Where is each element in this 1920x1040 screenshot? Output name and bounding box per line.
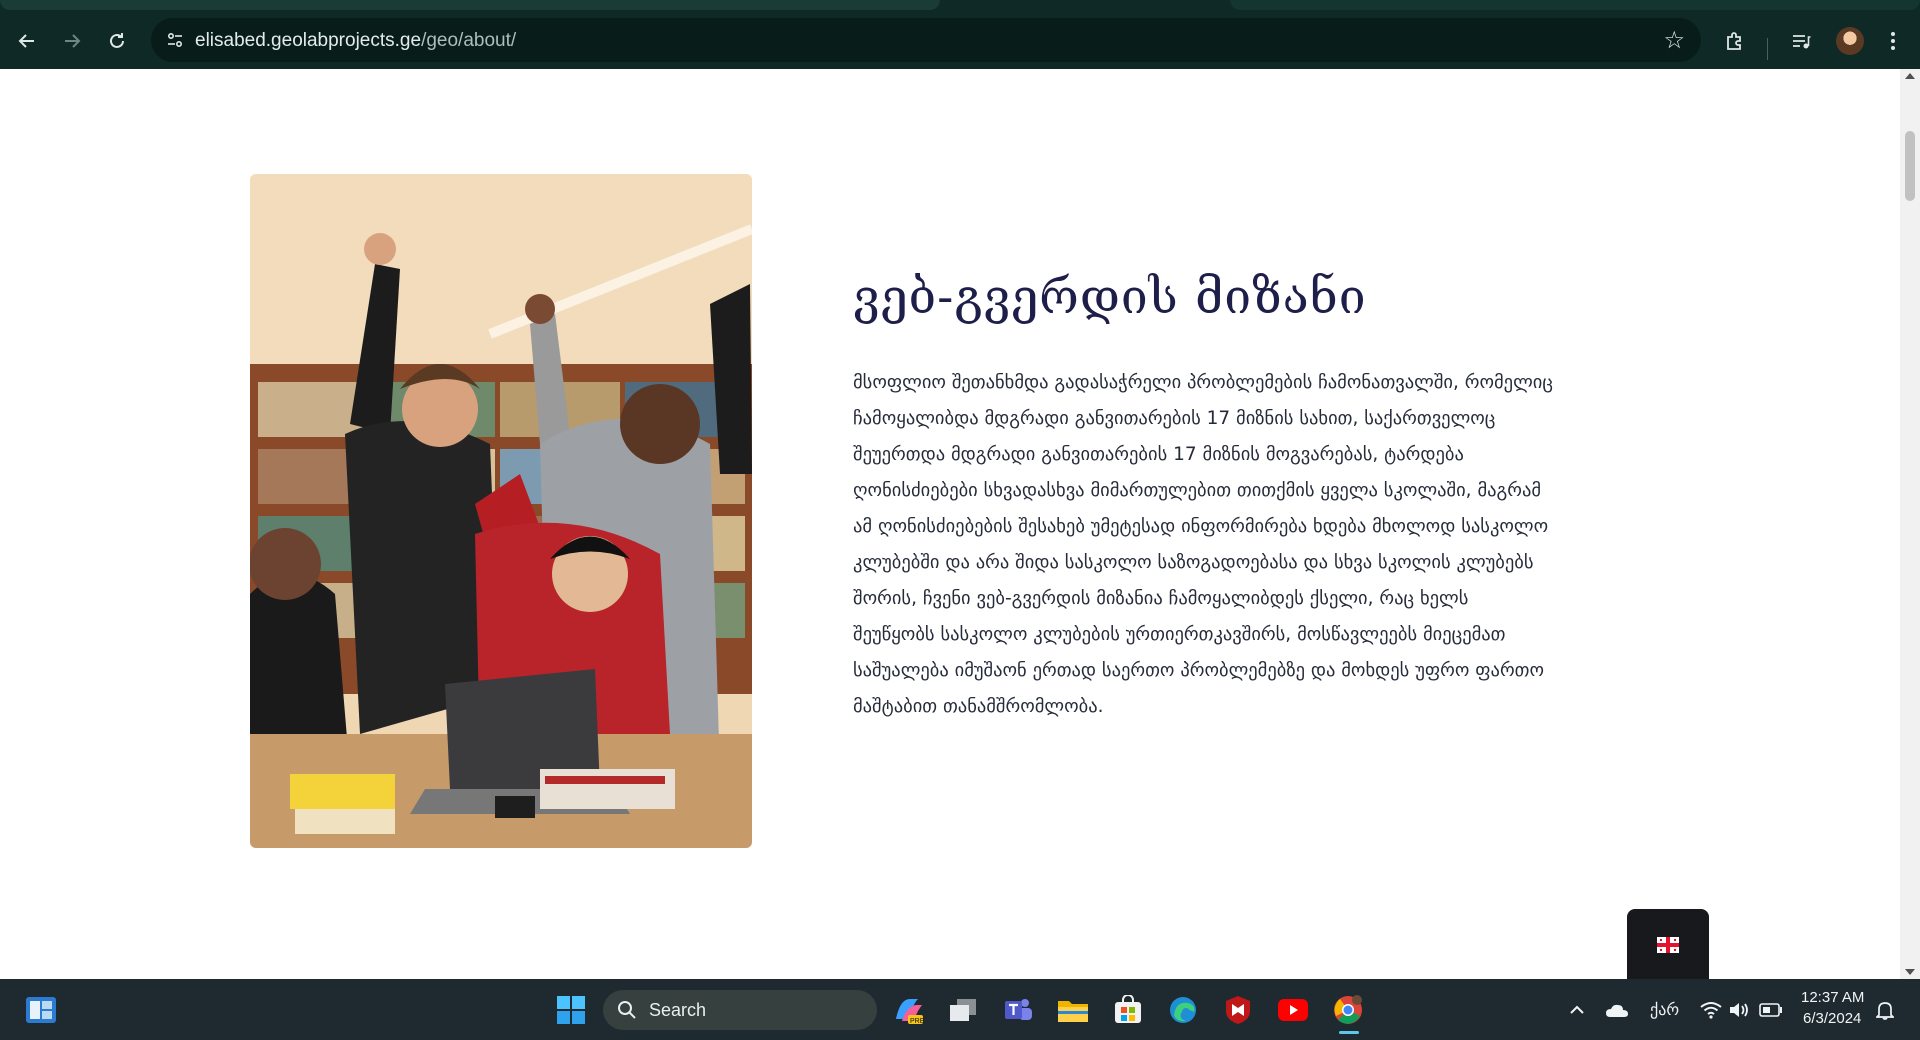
url-host: elisabed.geolabprojects.ge: [195, 30, 422, 51]
chrome-icon[interactable]: [1329, 991, 1367, 1029]
language-switcher[interactable]: [1627, 909, 1709, 979]
bookmark-star-icon[interactable]: ☆: [1663, 27, 1685, 53]
mcafee-icon[interactable]: [1219, 991, 1257, 1029]
students-celebrating-photo: [250, 174, 752, 848]
search-icon: [618, 1001, 636, 1019]
widgets-icon[interactable]: [22, 991, 60, 1029]
georgia-flag-icon: [1657, 937, 1679, 953]
copilot-icon[interactable]: PRE: [889, 991, 927, 1029]
notification-bell-icon[interactable]: [1866, 991, 1904, 1029]
edge-icon[interactable]: [1164, 991, 1202, 1029]
back-arrow-icon[interactable]: [12, 26, 42, 56]
scroll-down-arrow-icon[interactable]: [1905, 969, 1915, 975]
taskbar-search[interactable]: Search: [603, 990, 877, 1030]
inactive-tab-edge[interactable]: [1230, 0, 1920, 10]
profile-avatar[interactable]: [1836, 27, 1864, 55]
clock-time[interactable]: 12:37 AM: [1801, 989, 1864, 1006]
task-view-icon[interactable]: [944, 991, 982, 1029]
scrollbar-thumb[interactable]: [1905, 131, 1915, 201]
start-icon[interactable]: [552, 991, 590, 1029]
address-bar[interactable]: elisabed.geolabprojects.ge/geo/about/ ☆: [151, 18, 1701, 62]
windows-taskbar: Search PRE ქარ 12:37 AM 6/3/2024: [0, 979, 1920, 1040]
svg-text:PRE: PRE: [910, 1018, 924, 1025]
site-info-icon[interactable]: [161, 26, 189, 54]
url-path: /geo/about/: [421, 30, 517, 51]
page-title: ვებ-გვერდის მიზანი: [853, 269, 1367, 325]
reload-icon[interactable]: [102, 26, 132, 56]
clock-date[interactable]: 6/3/2024: [1803, 1010, 1861, 1027]
show-hidden-icons-chevron-icon[interactable]: [1558, 991, 1596, 1029]
browser-toolbar: elisabed.geolabprojects.ge/geo/about/ ☆: [0, 12, 1920, 69]
battery-icon[interactable]: [1752, 991, 1790, 1029]
page-scrollbar[interactable]: [1900, 69, 1920, 979]
store-icon[interactable]: [1109, 991, 1147, 1029]
toolbar-separator: [1767, 38, 1768, 60]
url-text[interactable]: elisabed.geolabprojects.ge/geo/about/: [195, 30, 516, 52]
extensions-icon[interactable]: [1721, 27, 1749, 55]
scroll-up-arrow-icon[interactable]: [1905, 73, 1915, 79]
youtube-icon[interactable]: [1274, 991, 1312, 1029]
teams-icon[interactable]: [999, 991, 1037, 1029]
keyboard-layout-indicator[interactable]: ქარ: [1650, 1000, 1679, 1020]
page-viewport: ვებ-გვერდის მიზანი მსოფლიო შეთანხმდა გად…: [0, 69, 1900, 979]
file-explorer-icon[interactable]: [1054, 991, 1092, 1029]
active-tab-edge[interactable]: [0, 0, 940, 10]
tab-strip: [0, 0, 1920, 12]
goal-paragraph: მსოფლიო შეთანხმდა გადასაჭრელი პრობლემები…: [853, 372, 1553, 717]
chrome-running-indicator: [1339, 1031, 1359, 1034]
forward-arrow-icon[interactable]: [57, 26, 87, 56]
onedrive-cloud-icon[interactable]: [1598, 991, 1636, 1029]
search-label: Search: [649, 1000, 707, 1020]
more-menu-icon[interactable]: [1879, 27, 1907, 55]
media-control-icon[interactable]: [1787, 27, 1815, 55]
